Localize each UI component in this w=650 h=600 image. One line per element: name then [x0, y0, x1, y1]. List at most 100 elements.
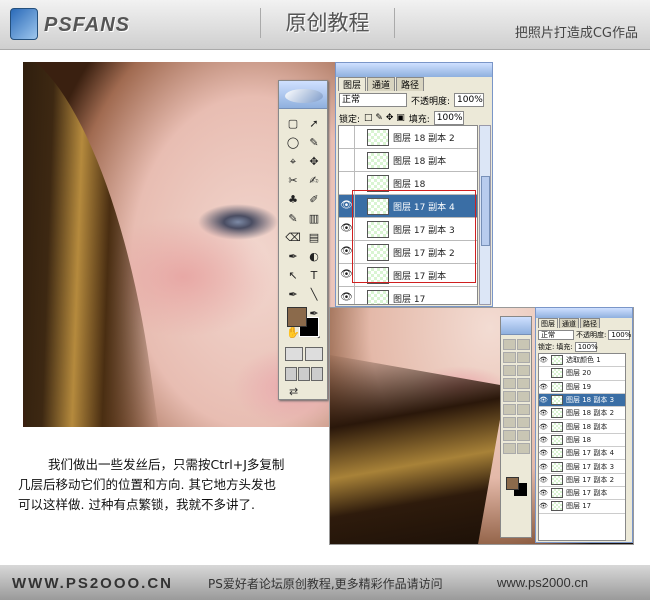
tool-button-icon[interactable]: ✒: [283, 286, 303, 303]
tool-button-icon[interactable]: ✐: [304, 191, 324, 208]
tool-button-icon[interactable]: ↖: [283, 267, 303, 284]
tab-channels[interactable]: 通道: [367, 77, 396, 91]
tool-button-icon[interactable]: ▥: [304, 210, 324, 227]
jump-to-imageready-icon[interactable]: ⇄: [289, 385, 298, 398]
foreground-color-small[interactable]: [506, 477, 519, 490]
opacity-input[interactable]: 100%: [454, 93, 485, 107]
tool-button-icon[interactable]: ✎: [304, 134, 324, 151]
tool-button-icon[interactable]: ◯: [283, 134, 303, 151]
tool-button-small-icon[interactable]: [503, 378, 516, 389]
eye-icon[interactable]: 👁: [539, 449, 548, 457]
tool-button-small-icon[interactable]: [503, 404, 516, 415]
opacity-input-small[interactable]: 100%: [608, 330, 631, 340]
eye-icon[interactable]: 👁: [539, 463, 548, 471]
tool-button-small-icon[interactable]: [503, 339, 516, 350]
fill-input-small[interactable]: 100%: [574, 342, 598, 352]
screen-mode-1-button[interactable]: [285, 367, 297, 381]
layer-thumbnail: [551, 355, 563, 366]
tool-button-small-icon[interactable]: [517, 378, 530, 389]
tool-button-icon[interactable]: ▤: [304, 229, 324, 246]
tutorial-line-1: 我们做出一些发丝后，只需按Ctrl+J多复制: [48, 457, 285, 472]
tool-button-small-icon[interactable]: [517, 391, 530, 402]
layer-row-small[interactable]: 👁 图层 17 副本 3: [539, 460, 625, 474]
layer-row[interactable]: 图层 18 副本 2: [339, 126, 477, 149]
tool-button-icon[interactable]: ⌫: [283, 229, 303, 246]
tool-button-small-icon[interactable]: [517, 430, 530, 441]
layer-row-small[interactable]: 👁 图层 18 副本 3: [539, 393, 625, 408]
layer-row-small[interactable]: 图层 20: [539, 367, 625, 381]
tool-button-icon[interactable]: ▢: [283, 115, 303, 132]
layer-row[interactable]: 👁 图层 17: [339, 287, 477, 304]
hair-strands: [23, 62, 162, 427]
standard-mode-button[interactable]: [285, 347, 303, 361]
layer-row-small[interactable]: 👁 选取颜色 1: [539, 354, 625, 368]
layer-row-small[interactable]: 👁 图层 17 副本 2: [539, 474, 625, 487]
tool-button-small-icon[interactable]: [517, 443, 530, 454]
lock-icons[interactable]: □ ✎ ✥ ▣: [364, 113, 405, 123]
tab-layers-small[interactable]: 图层: [538, 318, 558, 328]
screen-mode-3-button[interactable]: [311, 367, 323, 381]
tool-button-icon[interactable]: ➚: [304, 115, 324, 132]
tool-button-small-icon[interactable]: [503, 365, 516, 376]
layer-row-small[interactable]: 👁 图层 19: [539, 381, 625, 394]
layer-row-small[interactable]: 👁 图层 18 副本: [539, 420, 625, 434]
layers-panel-small: 图层 通道 路径 正常 不透明度: 100% 锁定: 填充: 100% 👁 选取颜…: [535, 307, 633, 543]
tool-button-small-icon[interactable]: [503, 443, 516, 454]
tool-button-small-icon[interactable]: [517, 417, 530, 428]
eye-icon[interactable]: [339, 149, 355, 171]
eye-icon[interactable]: 👁: [539, 476, 548, 484]
eye-icon[interactable]: 👁: [539, 423, 548, 431]
screen-mode-2-button[interactable]: [298, 367, 310, 381]
hair-strands-small: [330, 353, 506, 544]
scrollbar-thumb[interactable]: [481, 176, 490, 246]
foreground-color[interactable]: [287, 307, 307, 327]
tool-button-icon[interactable]: ✎: [283, 210, 303, 227]
eye-icon[interactable]: 👁: [539, 489, 548, 497]
layer-row-small[interactable]: 👁 图层 17 副本: [539, 487, 625, 501]
eye-icon[interactable]: 👁: [539, 436, 548, 444]
tool-button-icon[interactable]: ✂: [283, 172, 303, 189]
layer-thumbnail: [551, 395, 563, 406]
blend-mode-select[interactable]: 正常: [339, 93, 407, 107]
tab-paths-small[interactable]: 路径: [580, 318, 600, 328]
tool-button-small-icon[interactable]: [503, 417, 516, 428]
blend-mode-select-small[interactable]: 正常: [538, 330, 574, 340]
tool-button-small-icon[interactable]: [503, 430, 516, 441]
eye-icon[interactable]: 👁: [539, 396, 548, 404]
tool-button-icon[interactable]: ✥: [304, 153, 324, 170]
layer-row-small[interactable]: 👁 图层 17: [539, 500, 625, 514]
tool-button-small-icon[interactable]: [517, 352, 530, 363]
footer-site-right[interactable]: www.ps2000.cn: [497, 575, 588, 590]
tool-button-small-icon[interactable]: [517, 339, 530, 350]
quick-mask-button[interactable]: [305, 347, 323, 361]
fill-input[interactable]: 100%: [433, 111, 464, 125]
layer-list-scrollbar[interactable]: [479, 125, 491, 305]
tool-button-icon[interactable]: ✒: [283, 248, 303, 265]
tool-button-small-icon[interactable]: [503, 391, 516, 402]
layer-list-small: 👁 选取颜色 1 图层 20 👁 图层 19 👁 图层 18 副本 3 👁 图层 18 副本 2…: [538, 353, 626, 541]
layer-row-small[interactable]: 👁 图层 18: [539, 434, 625, 448]
tab-channels-small[interactable]: 通道: [559, 318, 579, 328]
eye-icon[interactable]: 👁: [539, 383, 548, 391]
tool-button-small-icon[interactable]: [503, 352, 516, 363]
tool-button-icon[interactable]: ╲: [304, 286, 324, 303]
tool-button-icon[interactable]: ◐: [304, 248, 324, 265]
layer-row-small[interactable]: 👁 图层 18 副本 2: [539, 407, 625, 421]
tab-paths[interactable]: 路径: [396, 77, 425, 91]
eye-icon[interactable]: 👁: [339, 287, 355, 304]
eye-icon[interactable]: 👁: [539, 356, 548, 364]
tool-button-icon[interactable]: ♣: [283, 191, 303, 208]
tab-layers[interactable]: 图层: [338, 77, 367, 91]
tool-button-small-icon[interactable]: [517, 365, 530, 376]
layer-row-small[interactable]: 👁 图层 17 副本 4: [539, 447, 625, 461]
tool-button-icon[interactable]: ✍: [304, 172, 324, 189]
eye-icon[interactable]: 👁: [539, 409, 548, 417]
layer-row[interactable]: 图层 18 副本: [339, 149, 477, 172]
tool-button-small-icon[interactable]: [517, 404, 530, 415]
tool-button-icon[interactable]: ⌖: [283, 153, 303, 170]
footer-site-left[interactable]: WWW.PS2OOO.CN: [12, 575, 173, 592]
eye-icon[interactable]: [339, 126, 355, 148]
eye-icon[interactable]: 👁: [539, 502, 548, 510]
blend-row-small: 正常 不透明度: 100%: [538, 330, 631, 340]
tool-button-icon[interactable]: T: [304, 267, 324, 284]
